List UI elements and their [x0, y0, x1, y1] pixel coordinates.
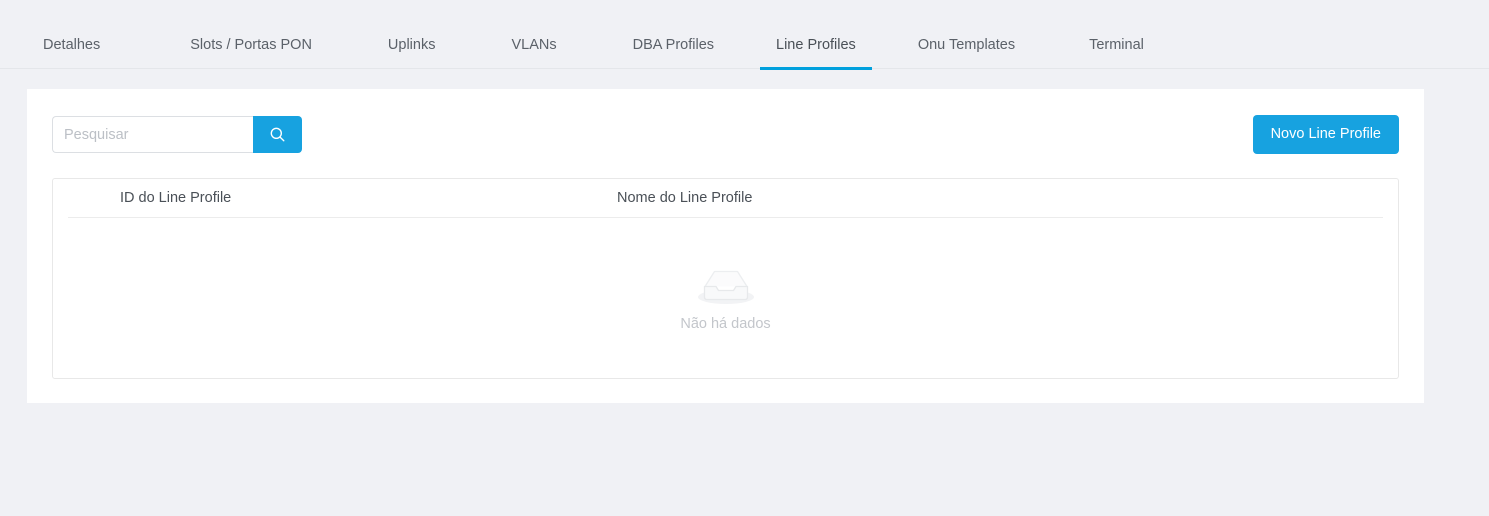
page-root: Detalhes Slots / Portas PON Uplinks VLAN… — [0, 0, 1489, 516]
table-empty-state: Não há dados — [53, 217, 1398, 378]
empty-state-text: Não há dados — [680, 316, 771, 332]
column-header-id: ID do Line Profile — [120, 190, 232, 206]
tab-line-profiles[interactable]: Line Profiles — [760, 21, 872, 70]
search-icon — [269, 126, 286, 143]
tab-detalhes[interactable]: Detalhes — [43, 21, 116, 69]
column-header-name: Nome do Line Profile — [617, 190, 753, 206]
search-group — [52, 116, 302, 153]
tab-label: Onu Templates — [917, 36, 1016, 53]
tab-label: Detalhes — [43, 36, 101, 53]
tab-label: VLANs — [511, 36, 557, 53]
tab-label: Line Profiles — [776, 36, 856, 53]
tab-vlans[interactable]: VLANs — [495, 21, 572, 69]
tab-label: Slots / Portas PON — [190, 36, 312, 53]
tab-bar: Detalhes Slots / Portas PON Uplinks VLAN… — [0, 21, 1489, 70]
line-profiles-table: ID do Line Profile Nome do Line Profile … — [52, 178, 1399, 379]
tab-onu-templates[interactable]: Onu Templates — [902, 21, 1031, 69]
new-line-profile-button[interactable]: Novo Line Profile — [1252, 115, 1399, 154]
tab-uplinks[interactable]: Uplinks — [372, 21, 452, 69]
tab-slots-portas-pon[interactable]: Slots / Portas PON — [174, 21, 328, 69]
tab-label: DBA Profiles — [632, 36, 715, 53]
table-header: ID do Line Profile Nome do Line Profile — [53, 179, 1398, 218]
search-input[interactable] — [52, 116, 253, 153]
empty-inbox-icon — [694, 264, 758, 305]
search-button[interactable] — [253, 116, 302, 153]
toolbar: Novo Line Profile — [27, 89, 1424, 178]
tab-terminal[interactable]: Terminal — [1073, 21, 1160, 69]
tab-dba-profiles[interactable]: DBA Profiles — [617, 21, 730, 69]
tab-label: Terminal — [1089, 36, 1144, 53]
tab-label: Uplinks — [387, 36, 436, 53]
content-card: Novo Line Profile ID do Line Profile Nom… — [27, 89, 1424, 403]
